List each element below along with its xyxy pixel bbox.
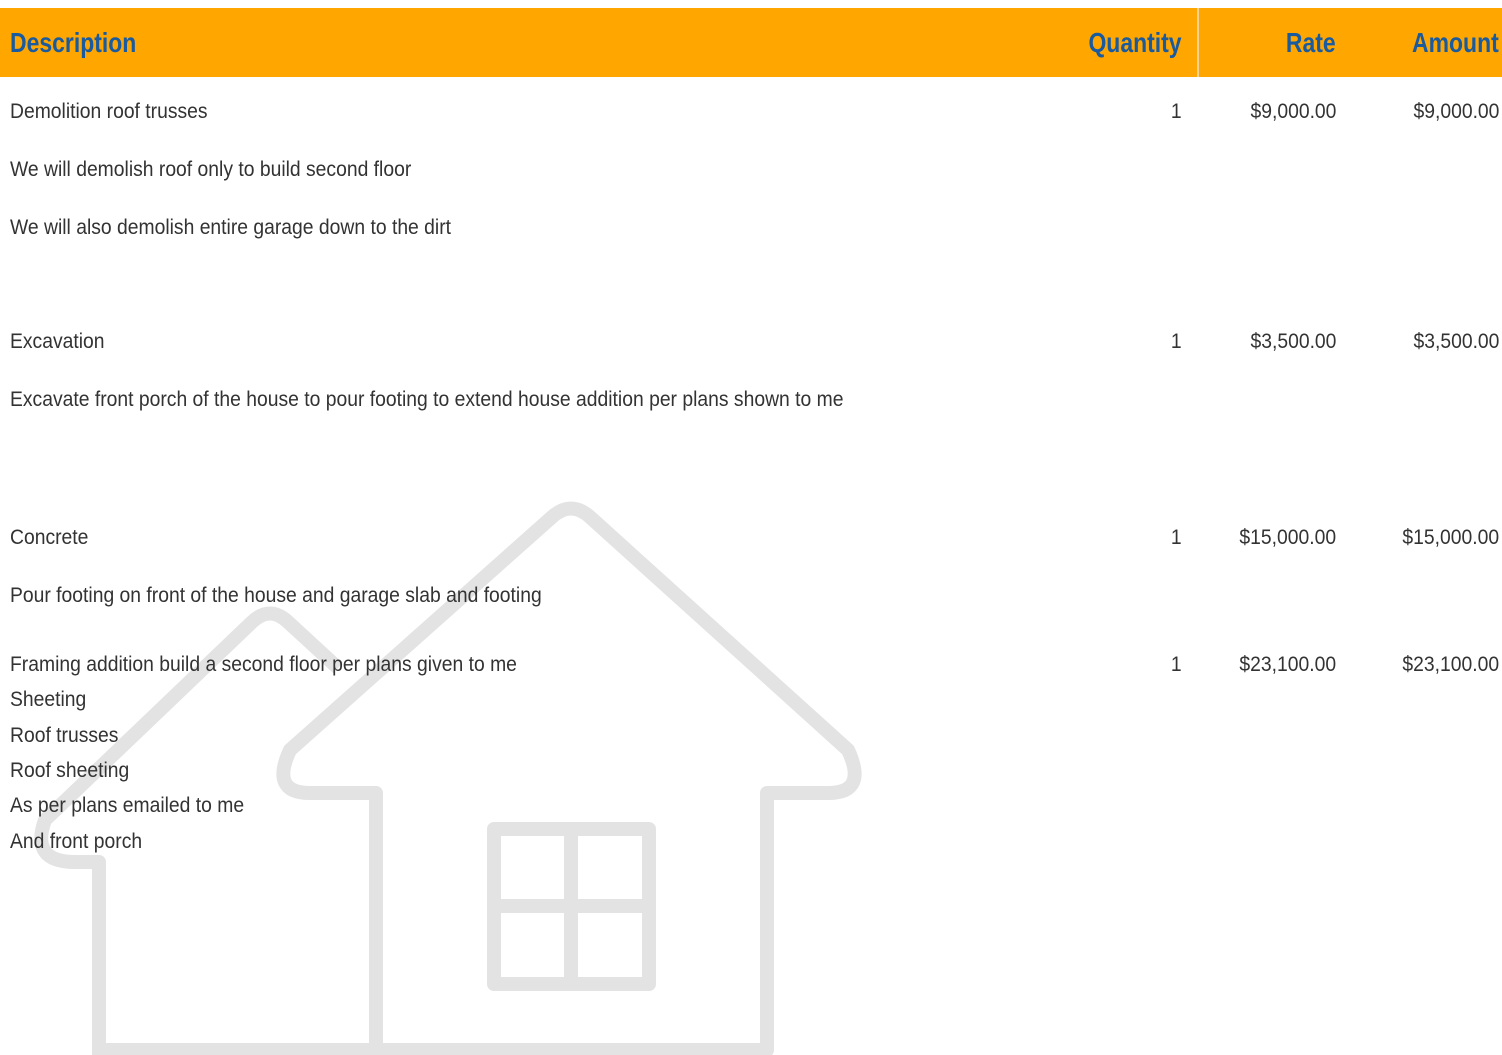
header-description: Description <box>10 27 137 58</box>
item-description-line: Excavation <box>10 330 105 353</box>
item-description-line: Demolition roof trusses <box>10 100 208 123</box>
item-rate: $23,100.00 <box>1239 653 1336 676</box>
item-description-line: Roof sheeting <box>10 759 130 782</box>
item-quantity: 1 <box>1171 526 1182 549</box>
header-amount: Amount <box>1412 27 1499 58</box>
item-description-line: Roof trusses <box>10 724 119 747</box>
header-rate: Rate <box>1286 27 1336 58</box>
item-description-line: Excavate front porch of the house to pou… <box>10 388 844 411</box>
item-description-line: And front porch <box>10 830 143 853</box>
item-description-line: Concrete <box>10 526 89 549</box>
item-quantity: 1 <box>1171 100 1182 123</box>
item-description-line: Framing addition build a second floor pe… <box>10 653 517 676</box>
item-description-line: We will demolish roof only to build seco… <box>10 158 412 181</box>
item-rate: $9,000.00 <box>1250 100 1336 123</box>
item-quantity: 1 <box>1171 330 1182 353</box>
header-quantity: Quantity <box>1088 27 1182 58</box>
header-divider <box>1197 8 1199 77</box>
item-rate: $15,000.00 <box>1239 526 1336 549</box>
item-amount: $9,000.00 <box>1413 100 1499 123</box>
item-amount: $3,500.00 <box>1413 330 1499 353</box>
item-description-line: As per plans emailed to me <box>10 794 245 817</box>
item-description-line: Sheeting <box>10 688 87 711</box>
item-amount: $23,100.00 <box>1402 653 1499 676</box>
item-description-line: Pour footing on front of the house and g… <box>10 584 542 607</box>
item-amount: $15,000.00 <box>1402 526 1499 549</box>
item-rate: $3,500.00 <box>1250 330 1336 353</box>
table-header: Description Quantity Rate Amount <box>0 8 1502 77</box>
item-quantity: 1 <box>1171 653 1182 676</box>
item-description-line: We will also demolish entire garage down… <box>10 216 452 239</box>
